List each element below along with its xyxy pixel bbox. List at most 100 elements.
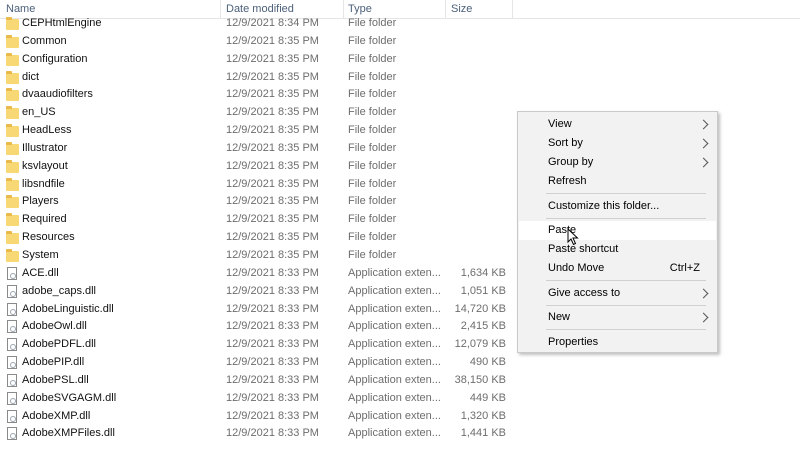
file-type: Application exten... [348, 302, 441, 315]
file-row[interactable]: Required 12/9/2021 8:35 PM File folder [0, 211, 520, 229]
file-name: Common [22, 34, 67, 47]
file-name: Resources [22, 231, 75, 244]
file-row[interactable]: AdobeXMP.dll 12/9/2021 8:33 PM Application… [0, 408, 520, 426]
file-type: Application exten... [348, 338, 441, 351]
file-size: 1,320 KB [460, 409, 506, 422]
file-type: File folder [348, 195, 397, 208]
file-type: File folder [348, 248, 397, 261]
menu-separator [546, 304, 706, 306]
file-name: Required [22, 213, 67, 226]
dll-file-icon [7, 409, 17, 423]
file-name: AdobeOwl.dll [22, 320, 87, 333]
file-type: Application exten... [348, 284, 441, 297]
file-row[interactable]: ksvlayout 12/9/2021 8:35 PM File folder [0, 158, 520, 176]
file-name: dict [22, 70, 40, 83]
file-type: Application exten... [348, 356, 441, 369]
file-name: ACE.dll [22, 266, 59, 279]
menu-item-label: View [548, 118, 572, 130]
file-type: File folder [348, 124, 397, 137]
file-list: CEPHtmlEngine 12/9/2021 8:34 PM File folde… [0, 15, 520, 443]
file-row[interactable]: AdobePIP.dll 12/9/2021 8:33 PM Application… [0, 354, 520, 372]
menu-item-shortcut: Ctrl+Z [669, 262, 700, 274]
file-row[interactable]: dict 12/9/2021 8:35 PM File folder [0, 69, 520, 87]
file-row[interactable]: libsndfile 12/9/2021 8:35 PM File folder [0, 176, 520, 194]
file-type: Application exten... [348, 409, 441, 422]
folder-icon [6, 34, 19, 48]
dll-file-icon [7, 320, 17, 334]
menu-item-new[interactable]: New [519, 308, 716, 327]
file-name: AdobePDFL.dll [22, 338, 96, 351]
file-date-modified: 12/9/2021 8:35 PM [226, 141, 319, 154]
file-date-modified: 12/9/2021 8:35 PM [226, 70, 319, 83]
menu-item-label: Undo Move [548, 262, 605, 274]
menu-item-label: Sort by [548, 137, 583, 149]
dll-file-icon [7, 356, 17, 370]
column-header-name[interactable]: Name [6, 3, 35, 15]
file-type: File folder [348, 52, 397, 65]
menu-item-group-by[interactable]: Group by [519, 153, 716, 172]
file-row[interactable]: Resources 12/9/2021 8:35 PM File folder [0, 229, 520, 247]
file-row[interactable]: AdobeXMPFiles.dll 12/9/2021 8:33 PM Applic… [0, 425, 520, 443]
folder-icon [6, 88, 19, 102]
menu-separator [546, 280, 706, 281]
context-menu: View Sort by Group by Refresh Customize this… [517, 111, 718, 353]
file-row[interactable]: AdobePSL.dll 12/9/2021 8:33 PM Application… [0, 372, 520, 390]
file-name: AdobePSL.dll [22, 373, 89, 386]
file-date-modified: 12/9/2021 8:33 PM [226, 266, 319, 279]
file-type: Application exten... [348, 391, 441, 404]
menu-item-view[interactable]: View [519, 115, 716, 134]
menu-item-paste-shortcut[interactable]: Paste shortcut [519, 240, 716, 259]
file-row[interactable]: adobe_caps.dll 12/9/2021 8:33 PM Applicati… [0, 283, 520, 301]
file-type: File folder [348, 34, 397, 47]
chevron-right-icon [698, 312, 709, 323]
file-row[interactable]: Illustrator 12/9/2021 8:35 PM File folder [0, 140, 520, 158]
file-row[interactable]: HeadLess 12/9/2021 8:35 PM File folder [0, 122, 520, 140]
column-header-type[interactable]: Type [348, 3, 372, 15]
menu-item-paste[interactable]: Paste [519, 221, 716, 240]
file-row[interactable]: CEPHtmlEngine 12/9/2021 8:34 PM File folde… [0, 15, 520, 33]
file-row[interactable]: dvaaudiofilters 12/9/2021 8:35 PM File fol… [0, 86, 520, 104]
file-name: AdobeXMPFiles.dll [22, 427, 115, 440]
menu-item-sort-by[interactable]: Sort by [519, 134, 716, 153]
file-row[interactable]: Common 12/9/2021 8:35 PM File folder [0, 33, 520, 51]
menu-item-properties[interactable]: Properties [519, 333, 716, 352]
menu-item-label: Customize this folder... [548, 199, 660, 212]
file-row[interactable]: Configuration 12/9/2021 8:35 PM File folde… [0, 51, 520, 69]
file-name: en_US [22, 106, 56, 119]
file-name: dvaaudiofilters [22, 88, 93, 101]
file-name: HeadLess [22, 124, 72, 137]
file-date-modified: 12/9/2021 8:35 PM [226, 248, 319, 261]
file-row[interactable]: AdobeLinguistic.dll 12/9/2021 8:33 PM Appl… [0, 301, 520, 319]
file-date-modified: 12/9/2021 8:34 PM [226, 17, 319, 29]
file-row[interactable]: Players 12/9/2021 8:35 PM File folder [0, 193, 520, 211]
column-header-size[interactable]: Size [451, 3, 472, 15]
file-date-modified: 12/9/2021 8:33 PM [226, 284, 319, 297]
file-date-modified: 12/9/2021 8:33 PM [226, 373, 319, 386]
file-name: AdobeLinguistic.dll [22, 302, 114, 315]
file-row[interactable]: System 12/9/2021 8:35 PM File folder [0, 247, 520, 265]
dll-file-icon [7, 266, 17, 280]
menu-item-give-access-to[interactable]: Give access to [519, 284, 716, 303]
file-row[interactable]: ACE.dll 12/9/2021 8:33 PM Application exte… [0, 265, 520, 283]
file-name: Players [22, 195, 59, 208]
file-row[interactable]: AdobeOwl.dll 12/9/2021 8:33 PM Application… [0, 318, 520, 336]
menu-item-label: New [548, 311, 571, 323]
folder-icon [6, 106, 19, 120]
dll-file-icon [7, 373, 17, 387]
menu-item-undo-move[interactable]: Undo Move Ctrl+Z [519, 259, 716, 278]
file-row[interactable]: AdobePDFL.dll 12/9/2021 8:33 PM Applicatio… [0, 336, 520, 354]
menu-item-customize-this-folder[interactable]: Customize this folder... [519, 197, 716, 216]
file-type: Application exten... [348, 373, 441, 386]
file-type: Application exten... [348, 427, 441, 440]
dll-file-icon [7, 302, 17, 316]
file-row[interactable]: en_US 12/9/2021 8:35 PM File folder [0, 104, 520, 122]
folder-icon [6, 52, 19, 66]
file-name: AdobeSVGAGM.dll [22, 391, 117, 404]
menu-item-refresh[interactable]: Refresh [519, 172, 716, 191]
folder-icon [6, 159, 19, 173]
file-date-modified: 12/9/2021 8:33 PM [226, 320, 319, 333]
folder-icon [6, 124, 19, 138]
folder-icon [6, 195, 19, 209]
file-row[interactable]: AdobeSVGAGM.dll 12/9/2021 8:33 PM Applicat… [0, 390, 520, 408]
column-header-date-modified[interactable]: Date modified [226, 3, 294, 15]
